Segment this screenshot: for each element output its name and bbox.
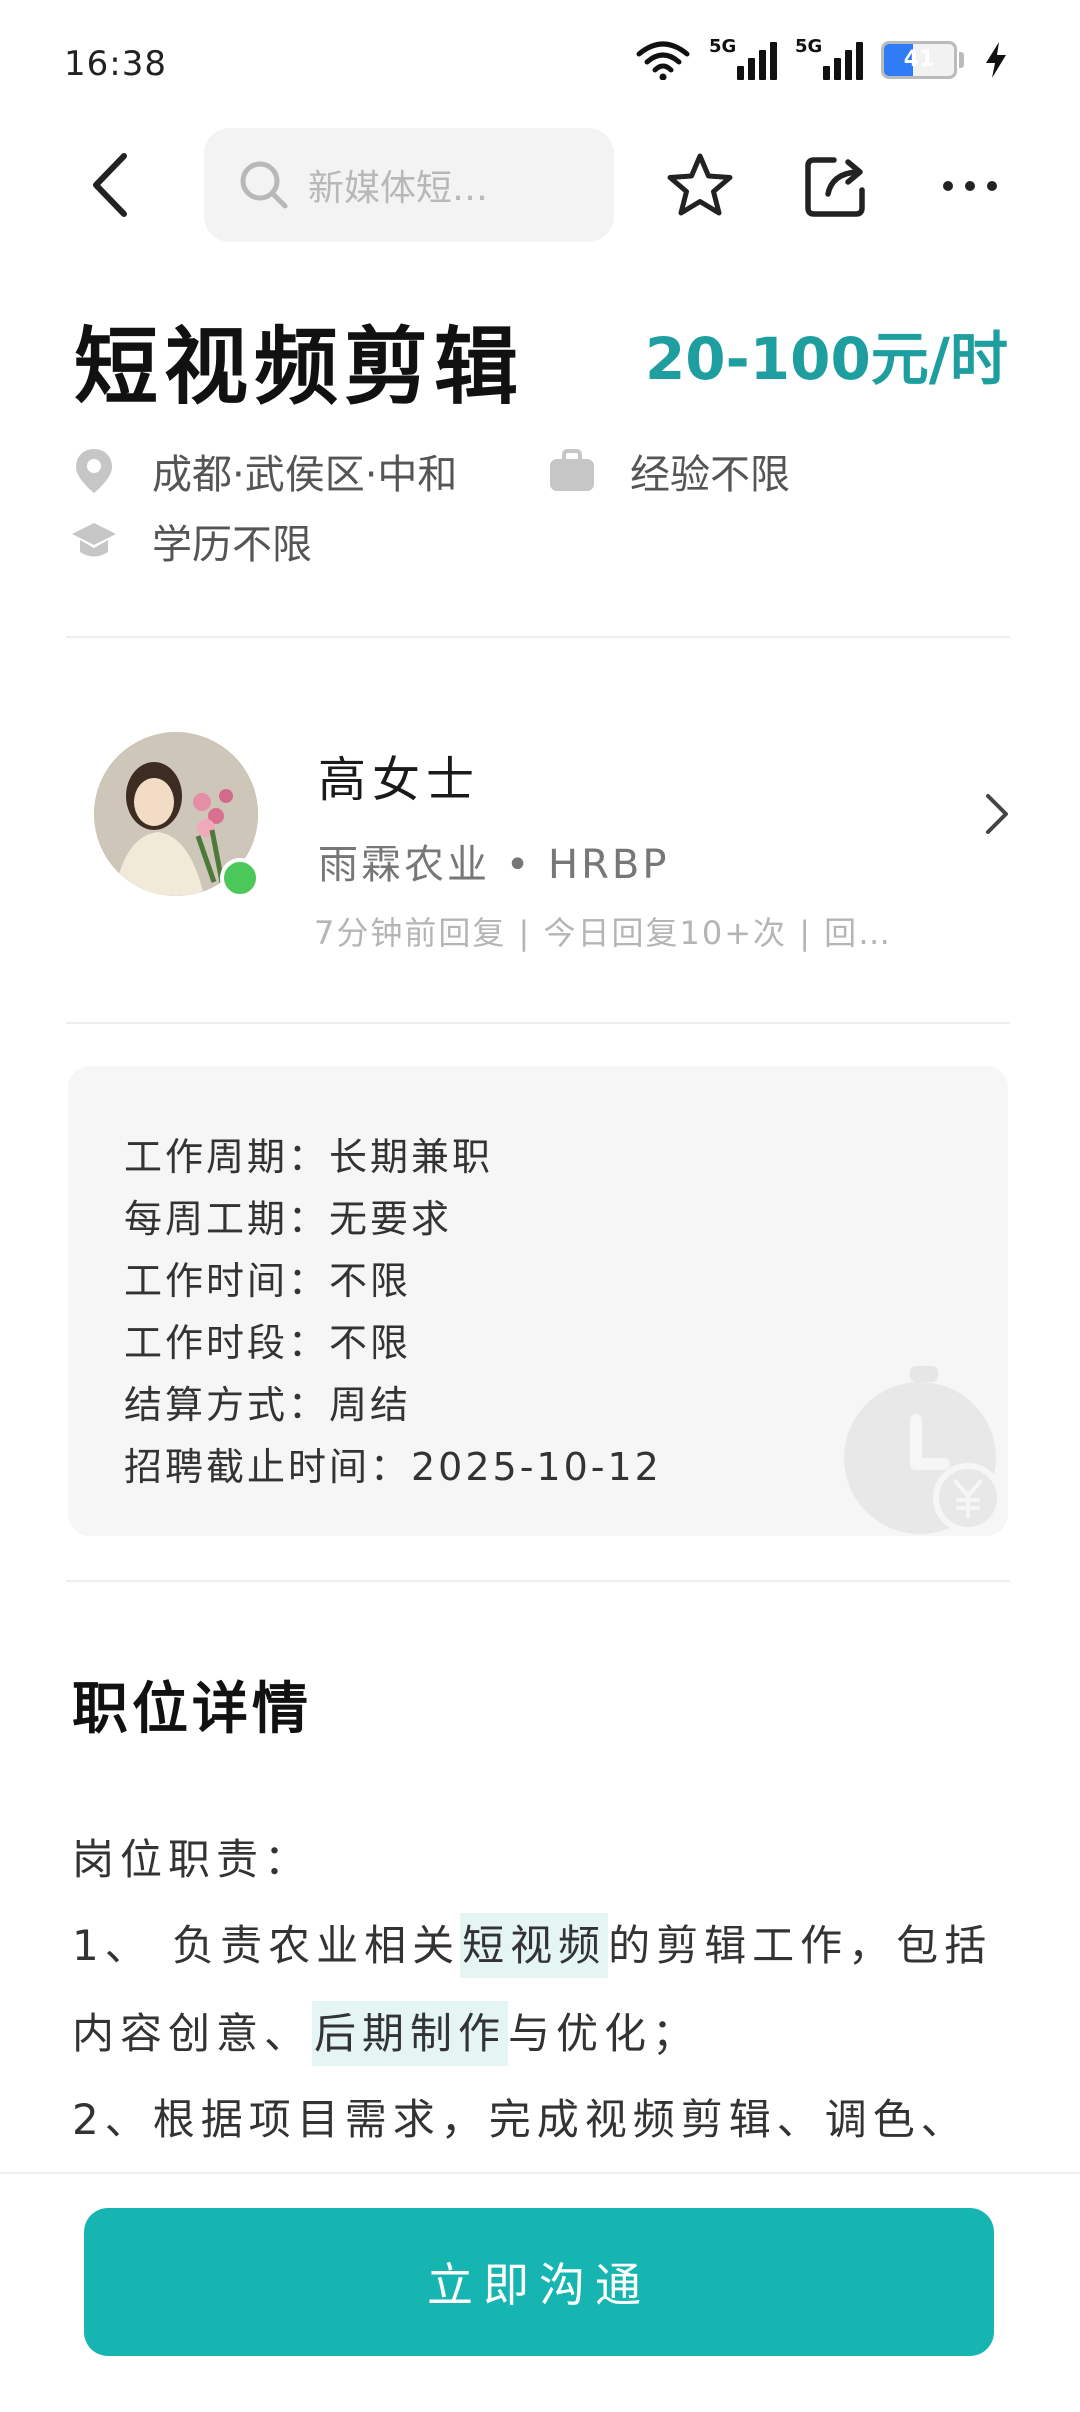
battery-icon: 41 <box>881 41 957 79</box>
briefcase-icon <box>550 449 594 491</box>
bottom-action-bar: 立即沟通 <box>0 2172 1080 2412</box>
back-icon[interactable] <box>80 150 150 220</box>
wifi-icon <box>636 41 690 80</box>
info-deadline: 招聘截止时间：2025-10-12 <box>124 1445 662 1489</box>
detail-line-1: 1、 负责农业相关短视频的剪辑工作，包括 <box>72 1912 993 1978</box>
salary: 20-100元/时 <box>644 325 1008 393</box>
recruiter-company-role: 雨霖农业 • HRBP <box>318 842 670 888</box>
detail-heading: 岗位职责： <box>72 1835 313 1884</box>
location-pin-icon <box>76 449 112 493</box>
signal-icon: 5G <box>795 36 863 80</box>
network-label-1: 5G <box>709 36 737 57</box>
online-status-dot <box>220 858 260 898</box>
experience-text: 经验不限 <box>630 452 790 498</box>
clock-yuan-watermark-icon <box>844 1366 1003 1534</box>
job-info-list: 工作周期：长期兼职 每周工期：无要求 工作时间：不限 工作时段：不限 结算方式：… <box>124 1126 662 1498</box>
detail-line-3: 2、根据项目需求，完成视频剪辑、调色、 <box>72 2095 969 2144</box>
more-icon[interactable] <box>934 150 1006 222</box>
search-placeholder: 新媒体短… <box>308 168 489 209</box>
chat-now-button[interactable]: 立即沟通 <box>84 2208 994 2356</box>
detail-line-1-text: 1、 负责农业相关 <box>72 1921 461 1970</box>
divider <box>66 1580 1010 1582</box>
education-row: 学历不限 <box>70 512 312 570</box>
graduation-cap-icon <box>72 523 116 557</box>
detail-line-2: 内容创意、后期制作与优化； <box>72 2000 701 2066</box>
job-info-card: 工作周期：长期兼职 每周工期：无要求 工作时间：不限 工作时段：不限 结算方式：… <box>68 1066 1008 1536</box>
recruiter-name[interactable]: 高女士 <box>318 740 480 810</box>
section-title-job-details: 职位详情 <box>72 1677 312 1742</box>
divider <box>66 1022 1010 1024</box>
network-label-2: 5G <box>795 36 823 57</box>
location-text: 成都·武侯区·中和 <box>152 452 458 498</box>
recruiter-reply-info: 7分钟前回复 | 今日回复10+次 | 回… <box>314 914 893 952</box>
chevron-right-icon[interactable] <box>980 790 1016 838</box>
info-work-time: 工作时间：不限 <box>124 1259 412 1303</box>
status-time: 16:38 <box>64 44 167 84</box>
battery-cap <box>959 52 964 68</box>
info-work-period: 工作周期：长期兼职 <box>124 1135 494 1179</box>
experience-row: 经验不限 <box>548 442 790 500</box>
detail-line-2-text: 与优化； <box>508 2009 701 2058</box>
charging-icon <box>986 42 1006 78</box>
star-icon[interactable] <box>664 150 736 222</box>
signal-icon: 5G <box>709 36 777 80</box>
detail-line-2-text: 内容创意、 <box>72 2009 313 2058</box>
keyword-highlight[interactable]: 短视频 <box>460 1913 609 1978</box>
search-input[interactable]: 新媒体短… <box>204 128 614 242</box>
top-nav: 新媒体短… <box>0 128 1080 244</box>
education-text: 学历不限 <box>152 522 312 568</box>
search-icon <box>240 161 288 209</box>
job-title: 短视频剪辑 <box>74 318 525 416</box>
status-bar: 16:38 5G 5G 41 <box>0 0 1080 120</box>
location-row: 成都·武侯区·中和 <box>70 442 457 500</box>
battery-level: 41 <box>903 47 935 72</box>
share-icon[interactable] <box>800 150 872 222</box>
info-work-slot: 工作时段：不限 <box>124 1321 412 1365</box>
keyword-highlight[interactable]: 后期制作 <box>312 2001 509 2066</box>
divider <box>66 636 1010 638</box>
info-settlement: 结算方式：周结 <box>124 1383 412 1427</box>
status-icons: 5G 5G 41 <box>635 36 1010 84</box>
detail-line-1-text: 的剪辑工作，包括 <box>608 1921 993 1970</box>
info-weekly-days: 每周工期：无要求 <box>124 1197 453 1241</box>
